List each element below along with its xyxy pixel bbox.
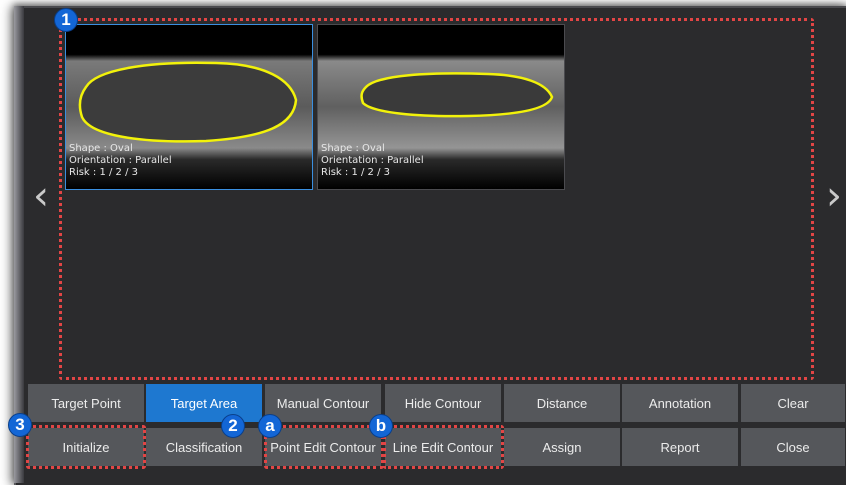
callout-badge-a: a [258,414,282,438]
assign-button[interactable]: Assign [504,428,620,466]
report-button[interactable]: Report [622,428,738,466]
classification-button[interactable]: Classification [146,428,262,466]
risk-label: Risk : 1 / 2 / 3 [69,167,138,178]
shape-label: Shape : Oval [321,143,385,154]
shape-label: Shape : Oval [69,143,133,154]
close-button[interactable]: Close [741,428,845,466]
chevron-left-icon[interactable]: ‹ [33,176,49,216]
callout-badge-3: 3 [8,413,32,437]
manual-contour-button[interactable]: Manual Contour [265,384,381,422]
chevron-right-icon[interactable]: › [826,176,842,216]
annotation-button[interactable]: Annotation [622,384,738,422]
contour [360,72,554,118]
thumbnail-1[interactable]: Shape : Oval Orientation : Parallel Risk… [65,24,313,190]
target-area-button[interactable]: Target Area [146,384,262,422]
point-edit-contour-button[interactable]: Point Edit Contour [265,428,381,466]
orientation-label: Orientation : Parallel [321,155,424,166]
callout-badge-1: 1 [54,8,78,32]
risk-label: Risk : 1 / 2 / 3 [321,167,390,178]
initialize-button[interactable]: Initialize [28,428,144,466]
distance-button[interactable]: Distance [504,384,620,422]
clear-button[interactable]: Clear [741,384,845,422]
hide-contour-button[interactable]: Hide Contour [385,384,501,422]
callout-badge-b: b [369,414,393,438]
callout-badge-2: 2 [221,414,245,438]
orientation-label: Orientation : Parallel [69,155,172,166]
contour [78,61,298,143]
thumbnail-info: Shape : Oval Orientation : Parallel Risk… [321,143,424,179]
panel-edge [14,6,24,483]
target-point-button[interactable]: Target Point [28,384,144,422]
thumbnail-2[interactable]: Shape : Oval Orientation : Parallel Risk… [317,24,565,190]
thumbnail-info: Shape : Oval Orientation : Parallel Risk… [69,143,172,179]
line-edit-contour-button[interactable]: Line Edit Contour [385,428,501,466]
